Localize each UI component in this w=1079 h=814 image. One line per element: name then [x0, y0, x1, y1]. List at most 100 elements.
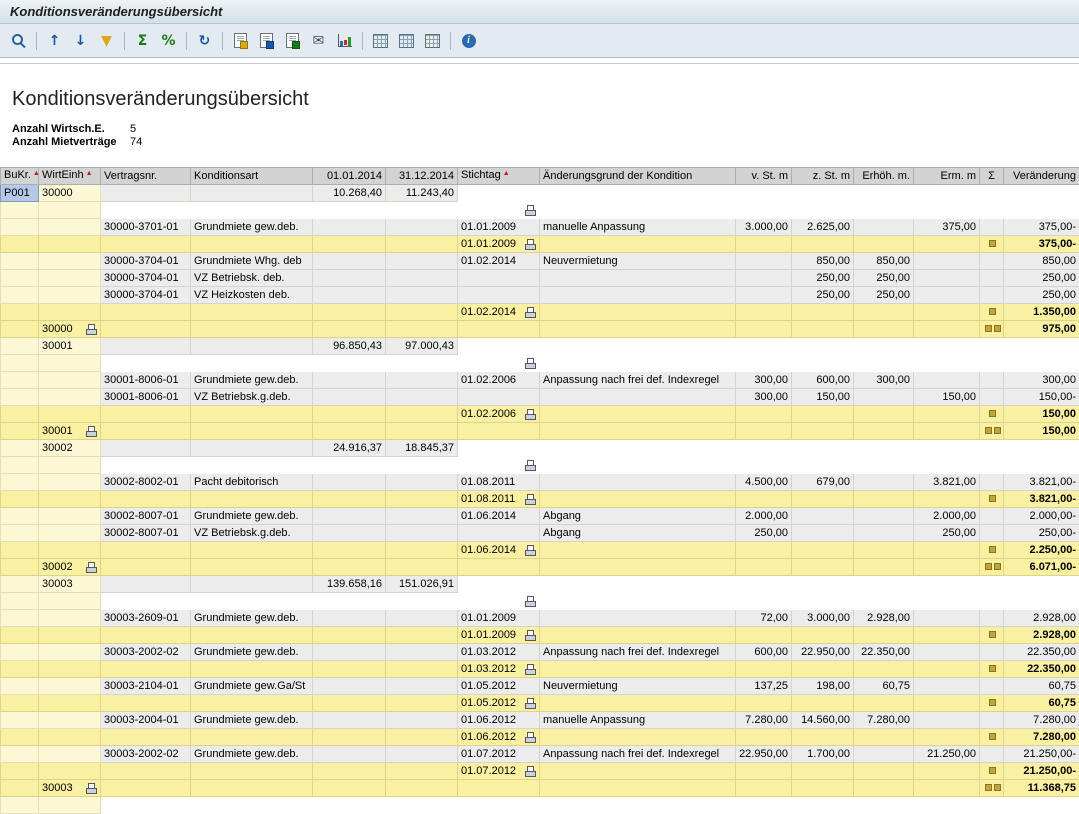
- cell-vertrag[interactable]: 30002-8007-01: [101, 508, 191, 525]
- print-icon[interactable]: [525, 494, 536, 505]
- cell-erm[interactable]: [914, 627, 980, 644]
- cell-erh[interactable]: 850,00: [854, 253, 914, 270]
- cell-zst[interactable]: [792, 202, 854, 219]
- cell-v1[interactable]: [313, 491, 386, 508]
- cell-stichtag[interactable]: 01.06.2014: [458, 542, 540, 559]
- cell-bukr[interactable]: [1, 746, 39, 763]
- cell-we[interactable]: [39, 542, 101, 559]
- cell-grund[interactable]: Anpassung nach frei def. Indexregel: [540, 746, 736, 763]
- cell-ver[interactable]: 60,75: [1004, 678, 1079, 695]
- cell-zst[interactable]: [792, 593, 854, 610]
- cell-v2[interactable]: [386, 321, 458, 338]
- cell-vst[interactable]: [736, 304, 792, 321]
- cell-sig[interactable]: [980, 797, 1004, 814]
- cell-vst[interactable]: [736, 797, 792, 814]
- cell-erm[interactable]: [914, 406, 980, 423]
- cell-kond[interactable]: [191, 406, 313, 423]
- cell-kond[interactable]: [191, 202, 313, 219]
- cell-vst[interactable]: [736, 593, 792, 610]
- cell-ver[interactable]: 7.280,00: [1004, 712, 1079, 729]
- cell-vertrag[interactable]: [101, 661, 191, 678]
- cell-zst[interactable]: [792, 321, 854, 338]
- cell-erh[interactable]: [854, 491, 914, 508]
- cell-stichtag[interactable]: [458, 423, 540, 440]
- cell-vertrag[interactable]: 30000-3701-01: [101, 219, 191, 236]
- cell-erh[interactable]: [854, 457, 914, 474]
- cell-erm[interactable]: [914, 678, 980, 695]
- cell-v1[interactable]: [313, 661, 386, 678]
- cell-grund[interactable]: [540, 338, 736, 355]
- cell-stichtag[interactable]: [458, 525, 540, 542]
- cell-sig[interactable]: [980, 253, 1004, 270]
- cell-vertrag[interactable]: [101, 406, 191, 423]
- cell-kond[interactable]: Grundmiete gew.deb.: [191, 712, 313, 729]
- refresh-button[interactable]: ↻: [192, 29, 217, 53]
- cell-stichtag[interactable]: [458, 287, 540, 304]
- cell-ver[interactable]: 150,00-: [1004, 389, 1079, 406]
- cell-vst[interactable]: 137,25: [736, 678, 792, 695]
- cell-stichtag[interactable]: [458, 202, 540, 219]
- cell-kond[interactable]: [191, 355, 313, 372]
- cell-v2[interactable]: [386, 695, 458, 712]
- cell-v1[interactable]: [313, 389, 386, 406]
- cell-v2[interactable]: [386, 593, 458, 610]
- cell-kond[interactable]: Grundmiete Whg. deb: [191, 253, 313, 270]
- cell-erh[interactable]: [854, 440, 914, 457]
- cell-grund[interactable]: [540, 406, 736, 423]
- cell-bukr[interactable]: [1, 542, 39, 559]
- cell-bukr[interactable]: [1, 406, 39, 423]
- spreadsheet-button[interactable]: [280, 29, 305, 53]
- cell-v2[interactable]: [386, 219, 458, 236]
- cell-v2[interactable]: [386, 729, 458, 746]
- cell-erh[interactable]: [854, 661, 914, 678]
- cell-bukr[interactable]: [1, 525, 39, 542]
- cell-bukr[interactable]: [1, 219, 39, 236]
- cell-we[interactable]: [39, 712, 101, 729]
- cell-ver[interactable]: [1004, 593, 1079, 610]
- cell-vst[interactable]: [736, 440, 792, 457]
- cell-bukr[interactable]: [1, 610, 39, 627]
- cell-kond[interactable]: [191, 729, 313, 746]
- cell-we[interactable]: [39, 678, 101, 695]
- cell-stichtag[interactable]: 01.08.2011: [458, 491, 540, 508]
- cell-vst[interactable]: 2.000,00: [736, 508, 792, 525]
- cell-vertrag[interactable]: 30003-2004-01: [101, 712, 191, 729]
- cell-sig[interactable]: [980, 542, 1004, 559]
- cell-erh[interactable]: [854, 321, 914, 338]
- cell-we[interactable]: [39, 746, 101, 763]
- info-button[interactable]: i: [456, 29, 481, 53]
- cell-zst[interactable]: [792, 763, 854, 780]
- cell-vertrag[interactable]: [101, 627, 191, 644]
- cell-zst[interactable]: 14.560,00: [792, 712, 854, 729]
- cell-bukr[interactable]: [1, 661, 39, 678]
- cell-we[interactable]: 30003: [39, 576, 101, 593]
- cell-v2[interactable]: [386, 559, 458, 576]
- cell-erh[interactable]: [854, 525, 914, 542]
- cell-vertrag[interactable]: [101, 542, 191, 559]
- cell-erh[interactable]: [854, 627, 914, 644]
- cell-grund[interactable]: [540, 763, 736, 780]
- cell-bukr[interactable]: [1, 593, 39, 610]
- cell-vertrag[interactable]: [101, 202, 191, 219]
- cell-stichtag[interactable]: [458, 185, 540, 202]
- cell-vertrag[interactable]: [101, 491, 191, 508]
- cell-bukr[interactable]: [1, 202, 39, 219]
- cell-v1[interactable]: [313, 763, 386, 780]
- cell-sig[interactable]: [980, 389, 1004, 406]
- cell-v1[interactable]: [313, 780, 386, 797]
- cell-sig[interactable]: [980, 576, 1004, 593]
- cell-erh[interactable]: [854, 406, 914, 423]
- cell-vst[interactable]: [736, 542, 792, 559]
- cell-vertrag[interactable]: [101, 729, 191, 746]
- cell-grund[interactable]: manuelle Anpassung: [540, 219, 736, 236]
- cell-vst[interactable]: 300,00: [736, 372, 792, 389]
- cell-bukr[interactable]: [1, 712, 39, 729]
- print-icon[interactable]: [525, 409, 536, 420]
- cell-erh[interactable]: 60,75: [854, 678, 914, 695]
- cell-kond[interactable]: [191, 780, 313, 797]
- cell-kond[interactable]: [191, 593, 313, 610]
- cell-zst[interactable]: [792, 338, 854, 355]
- cell-v2[interactable]: 97.000,43: [386, 338, 458, 355]
- cell-erh[interactable]: [854, 389, 914, 406]
- cell-erm[interactable]: [914, 763, 980, 780]
